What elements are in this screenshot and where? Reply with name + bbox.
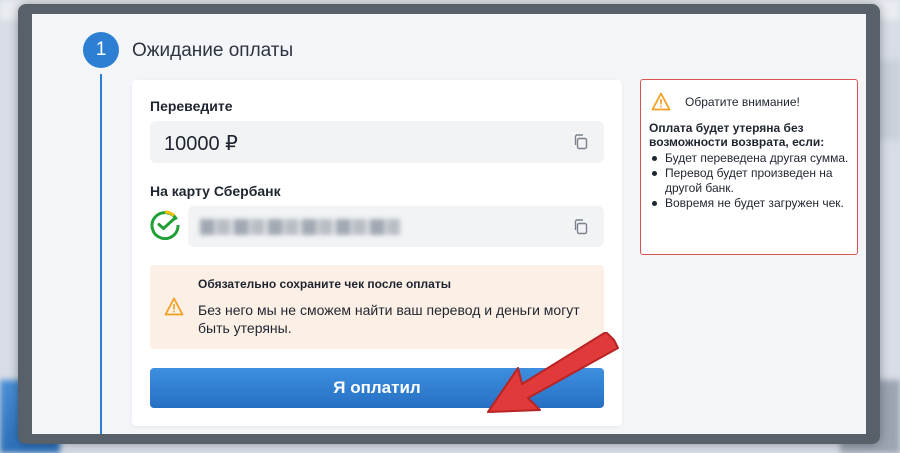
transfer-label: Переведите [150, 98, 233, 114]
warning-list-item: Вовремя не будет загружен чек. [649, 196, 854, 211]
warning-box: Обратите внимание! Оплата будет утеряна … [640, 79, 858, 255]
payment-page: 1 Ожидание оплаты Переведите 10000 ₽ На … [32, 14, 866, 434]
warning-lead: Оплата будет утеряна без возможности воз… [649, 121, 825, 149]
step-number-badge: 1 [83, 32, 119, 68]
amount-field: 10000 ₽ [150, 121, 604, 163]
step-title: Ожидание оплаты [132, 40, 294, 61]
warning-list: Будет переведена другая сумма. Перевод б… [649, 151, 854, 211]
warning-list-item: Будет переведена другая сумма. [649, 151, 854, 166]
card-number-field [188, 206, 604, 247]
copy-icon[interactable] [572, 133, 590, 151]
step-progress-line [100, 74, 102, 434]
amount-value: 10000 ₽ [164, 133, 238, 155]
sberbank-logo-icon [150, 210, 180, 240]
warning-title: Обратите внимание! [685, 95, 800, 109]
pointer-arrow-annotation [487, 332, 619, 413]
card-number-blurred [200, 219, 400, 235]
notice-title: Обязательно сохраните чек после оплаты [198, 277, 451, 291]
warning-triangle-icon [651, 92, 671, 111]
warning-list-item: Перевод будет произведен на другой банк. [649, 166, 854, 196]
card-label: На карту Сбербанк [150, 183, 281, 199]
copy-icon[interactable] [572, 218, 590, 236]
warning-triangle-icon [164, 297, 184, 316]
